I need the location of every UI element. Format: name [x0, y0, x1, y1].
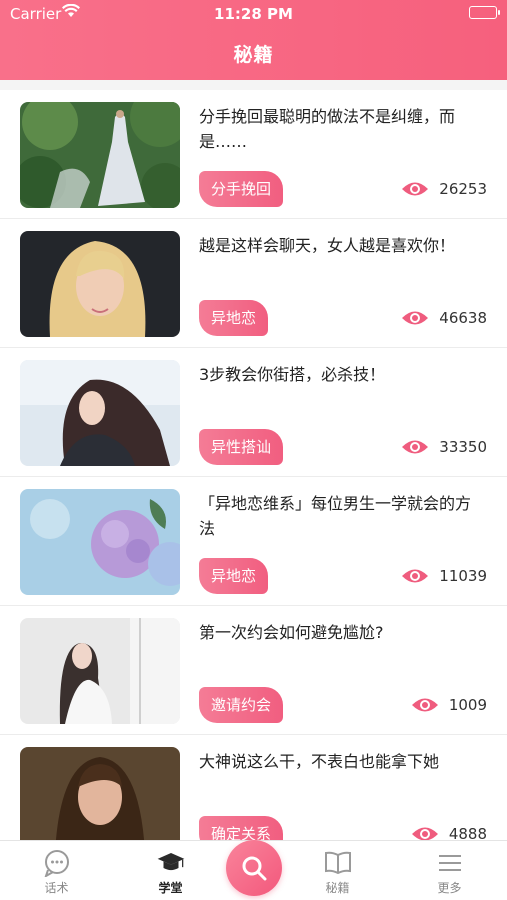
article-thumbnail	[20, 102, 180, 208]
article-title: 「异地恋维系」每位男生一学就会的方法	[199, 494, 472, 538]
eye-icon	[402, 569, 429, 583]
article-item[interactable]: 「异地恋维系」每位男生一学就会的方法 异地恋 11039	[0, 477, 507, 606]
open-book-icon	[324, 851, 351, 875]
article-title: 3步教会你街搭，必杀技！	[199, 365, 386, 384]
article-tag[interactable]: 异地恋	[199, 300, 269, 336]
status-bar: Carrier 11:28 PM	[0, 0, 507, 28]
tab-label: 话术	[44, 881, 69, 895]
tab-gengduo[interactable]: 更多	[399, 841, 500, 900]
search-icon	[242, 856, 267, 881]
article-views: 1009	[411, 696, 487, 714]
article-tag[interactable]: 确定关系	[199, 816, 284, 840]
article-views: 33350	[401, 438, 487, 456]
article-thumbnail	[20, 231, 180, 337]
view-count: 4888	[448, 825, 487, 840]
view-count: 46638	[439, 309, 487, 327]
article-thumbnail	[20, 618, 180, 724]
article-views: 4888	[411, 825, 487, 840]
chat-bubble-icon	[44, 850, 69, 877]
status-time: 11:28 PM	[214, 5, 293, 23]
battery-icon	[469, 6, 500, 19]
article-item[interactable]: 3步教会你街搭，必杀技！ 异性搭讪 33350	[0, 348, 507, 477]
article-item[interactable]: 第一次约会如何避免尴尬? 邀请约会 1009	[0, 606, 507, 735]
view-count: 26253	[439, 180, 487, 198]
view-count: 1009	[448, 696, 487, 714]
article-tag[interactable]: 分手挽回	[199, 171, 284, 207]
tab-huashu[interactable]: 话术	[6, 841, 107, 900]
article-views: 46638	[401, 309, 487, 327]
tab-miji[interactable]: 秘籍	[287, 841, 388, 900]
article-title: 大神说这么干，不表白也能拿下她	[199, 752, 440, 771]
view-count: 33350	[439, 438, 487, 456]
eye-icon	[402, 182, 429, 196]
article-views: 26253	[401, 180, 487, 198]
article-thumbnail	[20, 489, 180, 595]
article-thumbnail	[20, 360, 180, 466]
menu-lines-icon	[438, 855, 461, 871]
article-views: 11039	[401, 567, 487, 585]
tab-bar: 话术 学堂 秘籍 更多	[0, 840, 507, 900]
tab-label: 更多	[437, 881, 462, 895]
search-button[interactable]	[226, 840, 282, 896]
article-tag[interactable]: 异地恋	[199, 558, 269, 594]
article-tag[interactable]: 邀请约会	[199, 687, 284, 723]
article-title: 分手挽回最聪明的做法不是纠缠，而是……	[199, 107, 456, 151]
eye-icon	[402, 440, 429, 454]
article-item[interactable]: 大神说这么干，不表白也能拿下她 确定关系 4888	[0, 735, 507, 840]
tab-label: 秘籍	[325, 881, 350, 895]
tab-xuetang[interactable]: 学堂	[120, 841, 221, 900]
article-tag[interactable]: 异性搭讪	[199, 429, 284, 465]
eye-icon	[411, 698, 438, 712]
article-list: 分手挽回最聪明的做法不是纠缠，而是…… 分手挽回 26253 越是这样会聊天，女…	[0, 90, 507, 840]
view-count: 11039	[439, 567, 487, 585]
article-thumbnail	[20, 747, 180, 840]
graduation-cap-icon	[157, 853, 184, 871]
article-title: 第一次约会如何避免尴尬?	[199, 623, 384, 642]
eye-icon	[411, 827, 438, 840]
page-title: 秘籍	[233, 44, 274, 66]
article-item[interactable]: 越是这样会聊天，女人越是喜欢你！ 异地恋 46638	[0, 219, 507, 348]
article-title: 越是这样会聊天，女人越是喜欢你！	[199, 236, 456, 255]
app-header: Carrier 11:28 PM 秘籍	[0, 0, 507, 80]
eye-icon	[402, 311, 429, 325]
article-item[interactable]: 分手挽回最聪明的做法不是纠缠，而是…… 分手挽回 26253	[0, 90, 507, 219]
tab-label: 学堂	[158, 881, 183, 895]
